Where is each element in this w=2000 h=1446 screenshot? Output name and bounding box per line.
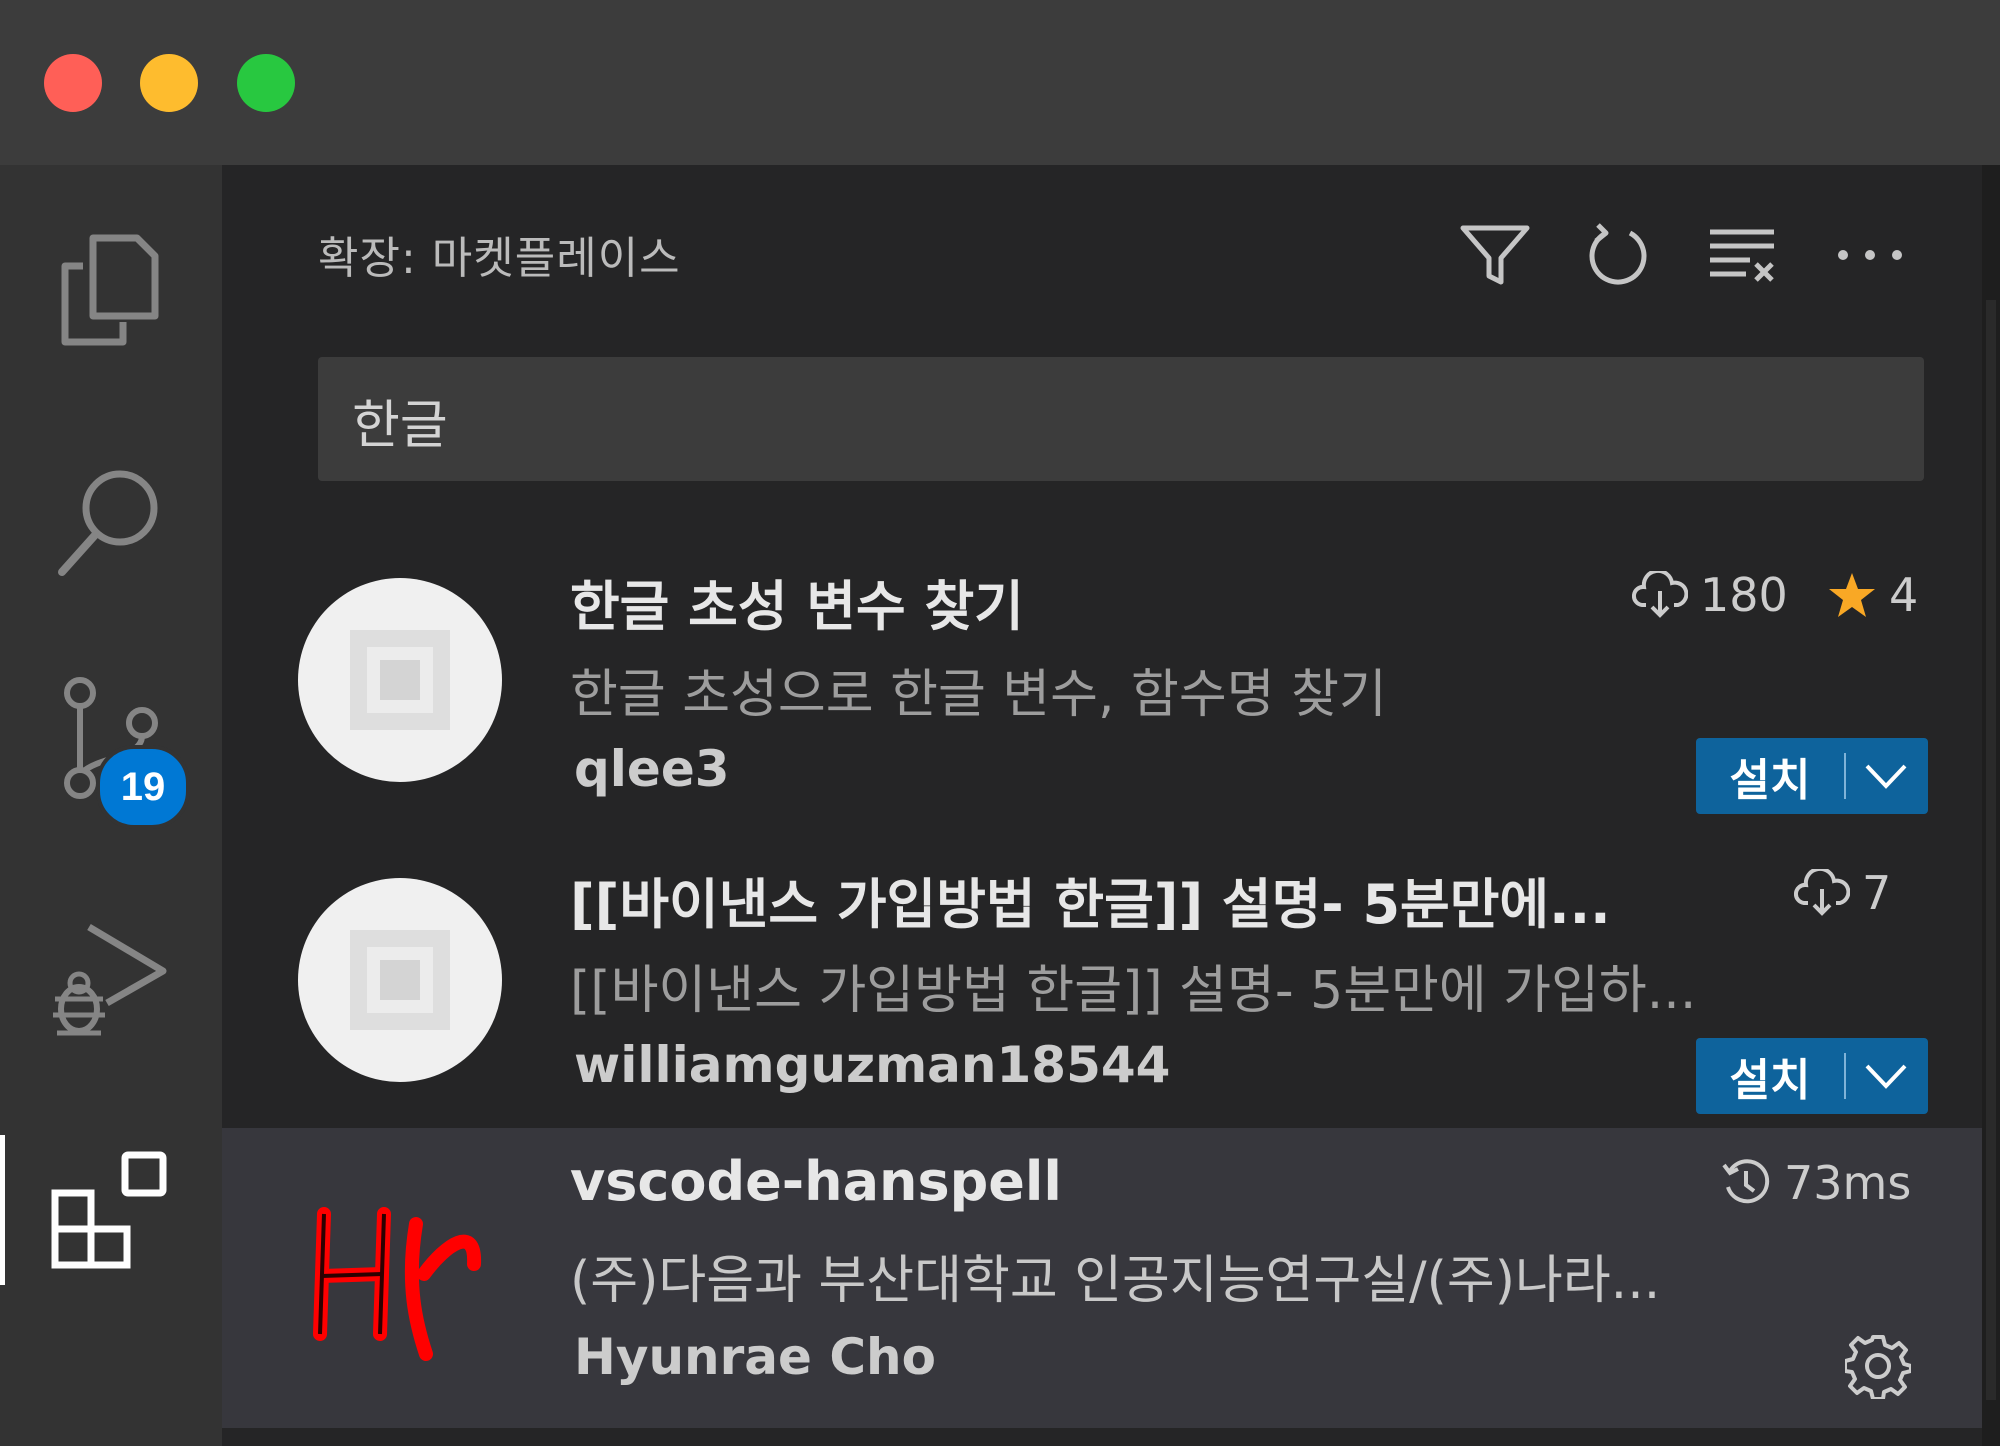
- activity-extensions[interactable]: [40, 1135, 180, 1285]
- activity-explorer[interactable]: [40, 215, 180, 365]
- install-options-dropdown[interactable]: [1846, 762, 1926, 790]
- activation-time: 73ms: [1720, 1156, 1911, 1210]
- install-options-dropdown[interactable]: [1846, 1062, 1926, 1090]
- download-count-value: 180: [1700, 568, 1788, 622]
- cloud-download-icon: [1632, 571, 1688, 618]
- close-window-button[interactable]: [44, 54, 102, 112]
- extension-search-box: [318, 357, 1924, 483]
- search-icon: [58, 470, 158, 576]
- extension-publisher: williamguzman18544: [574, 1036, 1171, 1094]
- extension-description: (주)다음과 부산대학교 인공지능연구실/(주)나라...: [570, 1251, 1661, 1311]
- rating-value: 4: [1889, 568, 1919, 622]
- cloud-download-icon: [1794, 869, 1850, 916]
- vscode-window: 19 확장: 마켓플레이스 한글 한글 초성 변수 찾기 한글 초성으로 한글 …: [0, 0, 2000, 1446]
- clear-icon: [1710, 229, 1774, 282]
- refresh-icon: [1589, 223, 1647, 285]
- package-icon: [350, 630, 450, 730]
- package-icon: [350, 930, 450, 1030]
- rating: 4: [1827, 568, 1918, 622]
- extension-name: 한글 초성 변수 찾기: [570, 575, 1024, 638]
- hanspell-logo: [306, 1184, 496, 1374]
- minimize-window-button[interactable]: [140, 54, 198, 112]
- sidebar-scrollbar-thumb[interactable]: [1986, 300, 1996, 1400]
- history-clock-icon: [1722, 1159, 1770, 1204]
- chevron-down-icon: [1865, 764, 1907, 789]
- download-count-value: 7: [1862, 866, 1892, 920]
- gear-icon: [1845, 1335, 1911, 1399]
- star-icon: [1829, 573, 1875, 617]
- install-button[interactable]: 설치: [1696, 1038, 1928, 1114]
- active-indicator: [0, 1135, 5, 1285]
- activity-bar: 19: [0, 165, 222, 1446]
- install-button-label: 설치: [1729, 1055, 1811, 1106]
- download-count: 180: [1632, 568, 1788, 622]
- extension-description: [[바이낸스 가입방법 한글]] 설명- 5분만에 가입하...: [570, 961, 1697, 1021]
- clear-results-button[interactable]: [1702, 215, 1782, 295]
- extension-publisher: qlee3: [574, 740, 730, 798]
- more-actions-button[interactable]: [1830, 215, 1910, 295]
- refresh-button[interactable]: [1578, 215, 1658, 295]
- extension-item[interactable]: 한글 초성 변수 찾기 한글 초성으로 한글 변수, 함수명 찾기 qlee3 …: [222, 540, 1982, 840]
- extension-name: vscode-hanspell: [570, 1150, 1062, 1213]
- manage-extension-button[interactable]: [1842, 1330, 1914, 1402]
- install-button-label: 설치: [1729, 755, 1811, 806]
- files-icon: [61, 234, 159, 346]
- hanspell-logo-icon: [313, 1207, 482, 1361]
- download-count: 7: [1794, 866, 1891, 920]
- extension-name: [[바이낸스 가입방법 한글]] 설명- 5분만에...: [570, 873, 1611, 936]
- extension-description: 한글 초성으로 한글 변수, 함수명 찾기: [570, 665, 1387, 725]
- install-button[interactable]: 설치: [1696, 738, 1928, 814]
- extension-search-input[interactable]: [350, 357, 1894, 483]
- chevron-down-icon: [1865, 1064, 1907, 1089]
- debug-icon: [53, 923, 167, 1036]
- activity-run-debug[interactable]: [40, 905, 180, 1055]
- extension-item-selected[interactable]: vscode-hanspell (주)다음과 부산대학교 인공지능연구실/(주)…: [222, 1128, 1982, 1428]
- more-icon: [1838, 250, 1902, 260]
- extension-item[interactable]: [[바이낸스 가입방법 한글]] 설명- 5분만에... [[바이낸스 가입방법…: [222, 840, 1982, 1140]
- source-control-badge: 19: [96, 745, 190, 829]
- extension-default-icon: [298, 878, 502, 1082]
- extensions-icon: [51, 1151, 167, 1269]
- sidebar-title: 확장: 마켓플레이스: [318, 233, 681, 284]
- activation-time-value: 73ms: [1784, 1156, 1912, 1210]
- title-bar: [0, 0, 2000, 165]
- activity-source-control[interactable]: 19: [40, 665, 190, 829]
- filter-icon: [1460, 225, 1530, 285]
- extension-default-icon: [298, 578, 502, 782]
- zoom-window-button[interactable]: [237, 54, 295, 112]
- filter-button[interactable]: [1455, 215, 1535, 295]
- extension-publisher: Hyunrae Cho: [574, 1328, 936, 1386]
- activity-search[interactable]: [40, 445, 180, 595]
